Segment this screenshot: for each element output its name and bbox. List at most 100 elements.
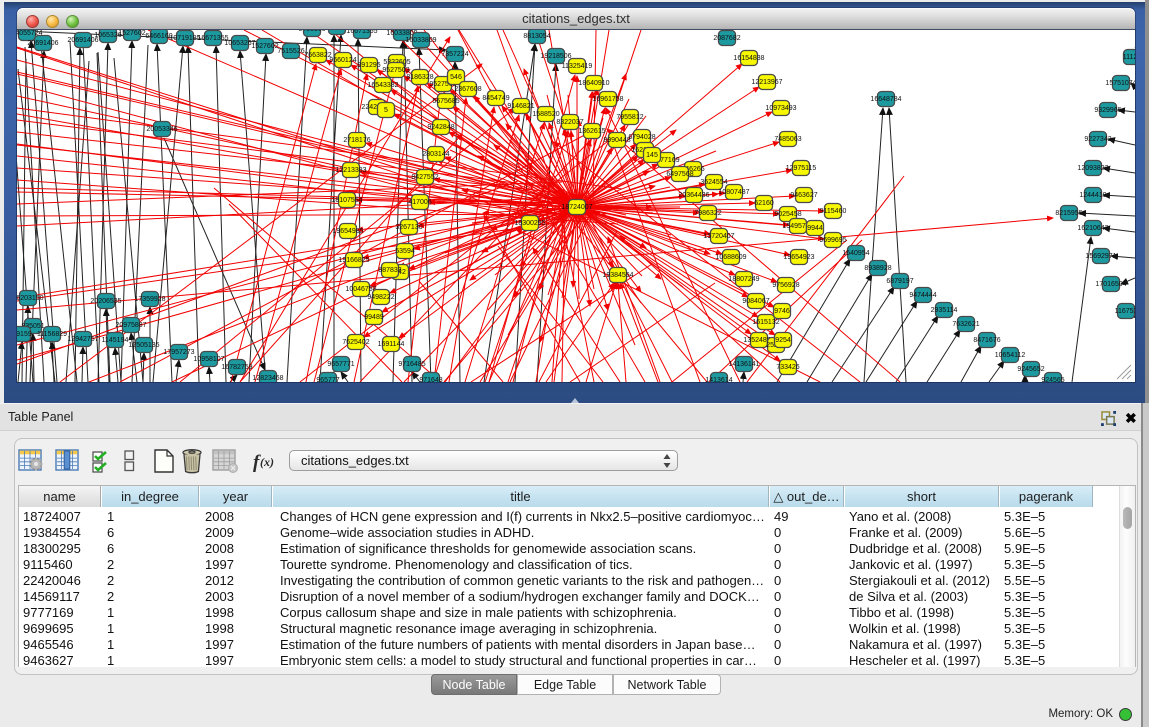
svg-text:8813054: 8813054 <box>523 33 550 40</box>
svg-text:15751074: 15751074 <box>1105 80 1135 87</box>
svg-text:12975115: 12975115 <box>786 165 817 172</box>
svg-text:18724007: 18724007 <box>561 204 592 211</box>
svg-text:19654923: 19654923 <box>783 254 814 261</box>
svg-text:10046758: 10046758 <box>345 286 376 293</box>
svg-text:18807249: 18807249 <box>728 276 759 283</box>
svg-text:9716485: 9716485 <box>398 361 425 368</box>
svg-text:16154838: 16154838 <box>733 55 764 62</box>
svg-text:9474444: 9474444 <box>909 292 936 299</box>
svg-text:10807487: 10807487 <box>718 189 749 196</box>
svg-text:19166825: 19166825 <box>338 257 369 264</box>
svg-text:1527602: 1527602 <box>251 43 278 50</box>
svg-text:7632621: 7632621 <box>952 321 979 328</box>
svg-text:16648784: 16648784 <box>870 96 901 103</box>
svg-text:9254: 9254 <box>775 337 791 344</box>
svg-text:17359928: 17359928 <box>134 296 165 303</box>
svg-text:2803144: 2803144 <box>422 151 449 158</box>
svg-text:99489: 99489 <box>364 314 384 321</box>
svg-text:11123: 11123 <box>1123 54 1135 61</box>
svg-text:9227342: 9227342 <box>1084 136 1111 143</box>
svg-text:16671355: 16671355 <box>346 30 377 35</box>
svg-text:(x): (x) <box>260 455 274 469</box>
svg-text:9746: 9746 <box>774 308 790 315</box>
svg-text:965777: 965777 <box>316 377 339 382</box>
svg-text:9084067: 9084067 <box>742 298 769 305</box>
svg-text:20691406: 20691406 <box>27 40 58 47</box>
svg-text:7986322: 7986322 <box>694 210 721 217</box>
svg-text:3624554: 3624554 <box>700 179 727 186</box>
svg-text:10688609: 10688609 <box>715 254 746 261</box>
svg-text:10654112: 10654112 <box>995 352 1026 359</box>
svg-text:16782759: 16782759 <box>221 364 252 371</box>
svg-text:17016504: 17016504 <box>1095 281 1126 288</box>
svg-text:8322037: 8322037 <box>556 119 583 126</box>
svg-text:9527503: 9527503 <box>382 67 409 74</box>
svg-text:10958107: 10958107 <box>193 356 224 363</box>
svg-text:1615132: 1615132 <box>752 319 779 326</box>
svg-text:19654985: 19654985 <box>332 228 363 235</box>
svg-text:7485063: 7485063 <box>774 136 801 143</box>
svg-text:62160: 62160 <box>754 200 774 207</box>
svg-text:546: 546 <box>450 74 462 81</box>
svg-text:9657771: 9657771 <box>327 361 354 368</box>
svg-text:16543382: 16543382 <box>367 82 398 89</box>
svg-text:20975887: 20975887 <box>115 322 146 329</box>
svg-text:1145194: 1145194 <box>102 337 129 344</box>
svg-text:9463627: 9463627 <box>790 192 817 199</box>
svg-text:924565: 924565 <box>1041 377 1064 382</box>
svg-text:10719185: 10719185 <box>169 35 200 42</box>
svg-text:9242848: 9242848 <box>427 124 454 131</box>
svg-text:14136141: 14136141 <box>728 361 759 368</box>
svg-text:12823468: 12823468 <box>252 375 283 382</box>
svg-text:9146821: 9146821 <box>507 103 534 110</box>
svg-text:11156829: 11156829 <box>37 331 67 338</box>
svg-text:99159: 99159 <box>17 331 32 338</box>
svg-text:2935114: 2935114 <box>931 307 958 314</box>
svg-text:9498222: 9498222 <box>367 294 394 301</box>
svg-text:9245652: 9245652 <box>1017 366 1044 373</box>
svg-text:9025458: 9025458 <box>774 211 801 218</box>
svg-text:18300295: 18300295 <box>514 220 545 227</box>
svg-text:16210643: 16210643 <box>1077 225 1108 232</box>
svg-text:8990448: 8990448 <box>603 137 630 144</box>
svg-text:5675685: 5675685 <box>432 98 459 105</box>
svg-text:12093822: 12093822 <box>1077 165 1108 172</box>
svg-text:12942757: 12942757 <box>67 336 98 343</box>
svg-text:1413614: 1413614 <box>705 377 732 382</box>
svg-text:7625402: 7625402 <box>342 339 369 346</box>
svg-text:19384554: 19384554 <box>602 272 633 279</box>
svg-text:1362615: 1362615 <box>578 128 605 135</box>
svg-text:53594: 53594 <box>395 248 415 255</box>
svg-text:6794028: 6794028 <box>628 134 655 141</box>
svg-text:9115460: 9115460 <box>820 208 847 215</box>
svg-text:7955812: 7955812 <box>616 114 643 121</box>
svg-text:12505135: 12505135 <box>128 342 159 349</box>
svg-text:15692971: 15692971 <box>1085 253 1116 260</box>
svg-text:8471676: 8471676 <box>973 337 1000 344</box>
svg-text:2718176: 2718176 <box>343 137 370 144</box>
svg-text:1640954: 1640954 <box>842 250 869 257</box>
svg-text:2367608: 2367608 <box>454 86 481 93</box>
svg-text:20053346: 20053346 <box>146 126 177 133</box>
svg-text:1588520: 1588520 <box>532 111 559 118</box>
svg-text:1244419: 1244419 <box>1079 192 1106 199</box>
svg-text:17957273: 17957273 <box>163 349 194 356</box>
svg-text:417006: 417006 <box>408 199 431 206</box>
svg-text:11325419: 11325419 <box>562 63 593 70</box>
svg-text:2087682: 2087682 <box>713 35 740 42</box>
svg-text:887833: 887833 <box>378 267 401 274</box>
svg-text:8186328: 8186328 <box>406 74 433 81</box>
svg-text:733426: 733426 <box>776 364 799 371</box>
svg-text:116753: 116753 <box>1115 308 1135 315</box>
svg-text:18107554: 18107554 <box>331 197 362 204</box>
svg-text:6879197: 6879197 <box>886 278 913 285</box>
svg-text:26203150: 26203150 <box>17 295 44 302</box>
svg-text:971648: 971648 <box>419 377 442 382</box>
svg-text:15720407: 15720407 <box>703 233 734 240</box>
svg-text:8454749: 8454749 <box>482 95 509 102</box>
svg-text:6497568: 6497568 <box>666 171 693 178</box>
svg-text:16961758: 16961758 <box>592 96 623 103</box>
svg-text:9660124: 9660124 <box>329 57 356 64</box>
svg-text:7515526: 7515526 <box>277 48 304 55</box>
svg-text:3267130: 3267130 <box>395 224 422 231</box>
